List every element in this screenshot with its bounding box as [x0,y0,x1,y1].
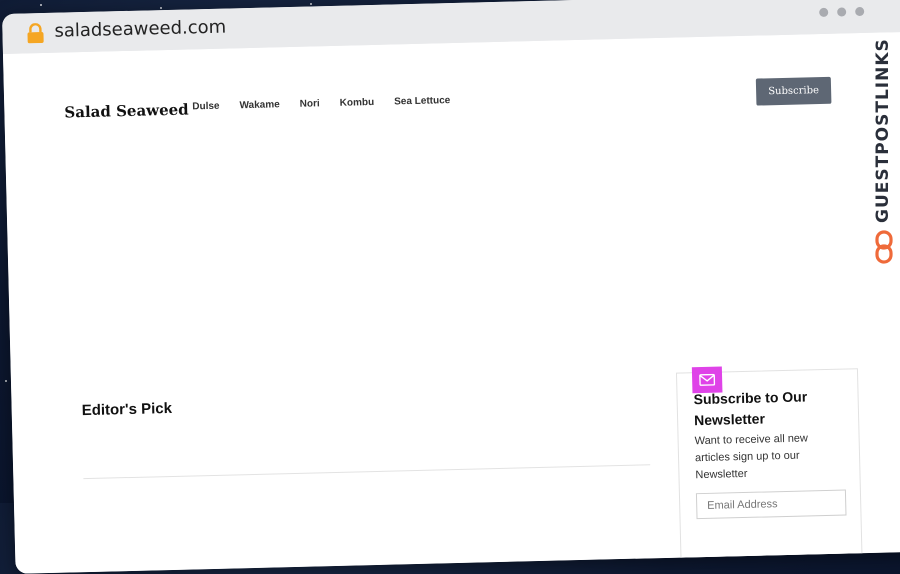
window-dot[interactable] [855,6,865,17]
brand-text: GUESTPOSTLINKS [873,38,893,223]
email-field[interactable] [695,489,847,520]
guestpostlinks-brand: GUESTPOSTLINKS [866,38,900,270]
newsletter-widget: Subscribe to Our Newsletter Want to rece… [675,366,863,574]
nav-item-kombu[interactable]: Kombu [340,97,375,109]
star [160,7,162,9]
window-controls [819,6,865,18]
lock-icon [27,23,44,44]
site-logo[interactable]: Salad Seaweed [64,100,189,121]
window-dot[interactable] [819,7,829,18]
star [310,3,312,5]
link-icon [875,230,893,264]
window-dot[interactable] [837,7,847,17]
nav-item-dulse[interactable]: Dulse [192,101,219,113]
main-nav: Dulse Wakame Nori Kombu Sea Lettuce [192,95,450,112]
url-text[interactable]: saladseaweed.com [54,17,226,42]
subscribe-button[interactable]: Subscribe [755,76,832,106]
star [5,380,7,382]
star [40,4,42,6]
newsletter-description: Want to receive all new articles sign up… [694,432,809,482]
nav-item-wakame[interactable]: Wakame [239,99,279,111]
page-content: Salad Seaweed Dulse Wakame Nori Kombu Se… [2,31,900,574]
browser-window: saladseaweed.com Salad Seaweed Dulse Wak… [2,0,900,574]
editors-pick-heading: Editor's Pick [81,399,173,420]
nav-item-nori[interactable]: Nori [300,98,320,109]
nav-item-sea-lettuce[interactable]: Sea Lettuce [394,95,450,107]
divider [83,464,651,480]
newsletter-title: Subscribe to Our Newsletter [693,388,808,429]
